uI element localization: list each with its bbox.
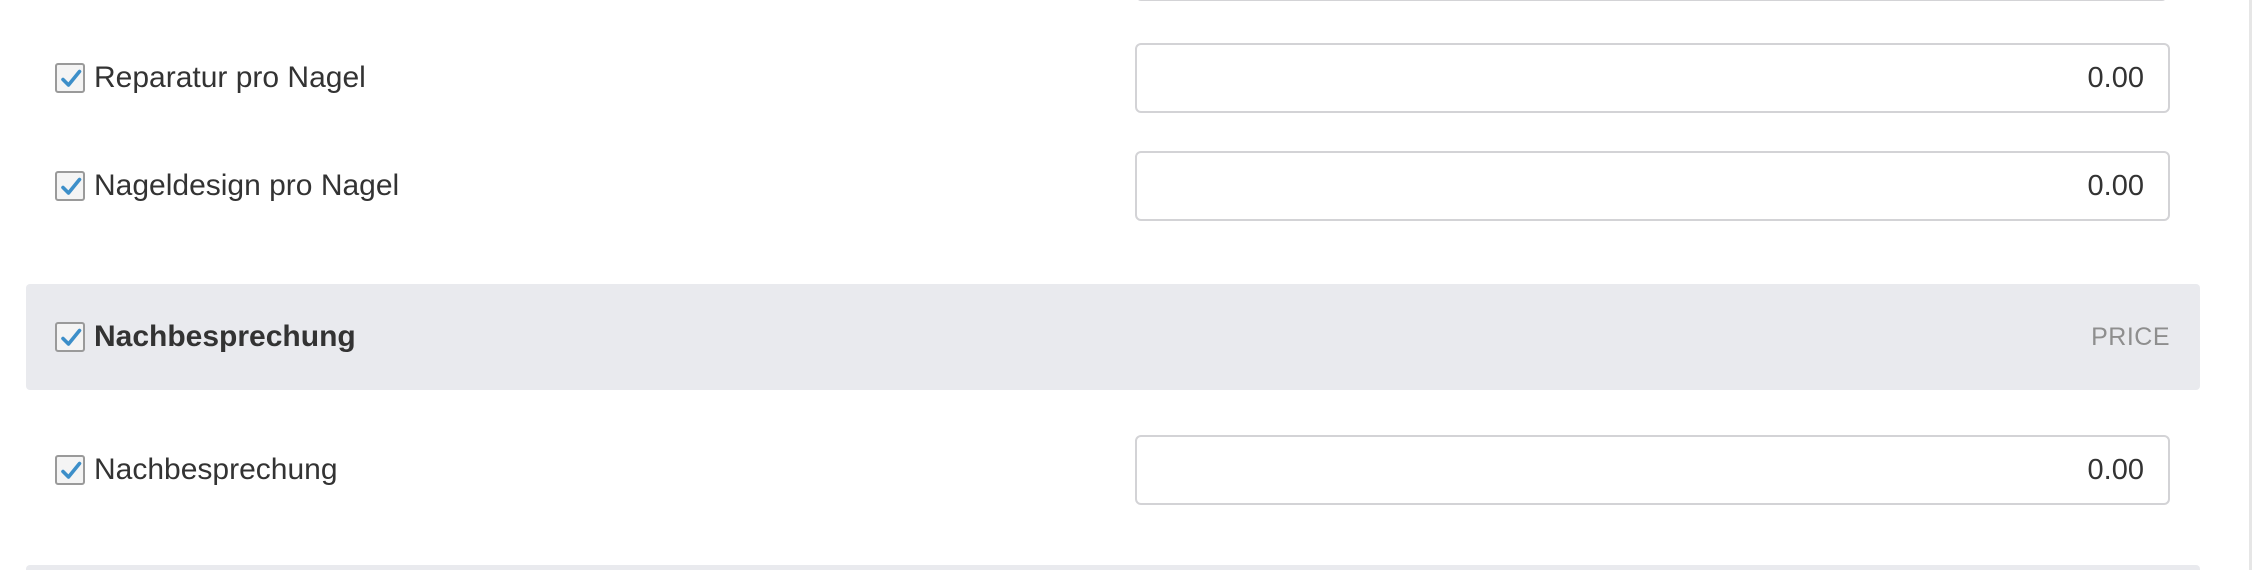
service-row: Nageldesign pro Nagel	[0, 151, 2200, 221]
service-label: Nageldesign pro Nagel	[94, 169, 400, 202]
group-checkbox-label[interactable]: Nachbesprechung	[55, 284, 356, 390]
checkbox[interactable]	[55, 455, 85, 485]
price-input[interactable]	[1135, 151, 2170, 221]
group-title: Nachbesprechung	[94, 320, 356, 353]
checkbox[interactable]	[55, 63, 85, 93]
service-checkbox-label[interactable]: Nachbesprechung	[55, 435, 338, 505]
service-price-list: Reparatur pro Nagel Nageldesign pro Nage…	[0, 0, 2252, 570]
service-checkbox-label[interactable]: Reparatur pro Nagel	[55, 43, 366, 113]
service-row: Nachbesprechung	[0, 435, 2200, 505]
service-label: Reparatur pro Nagel	[94, 61, 366, 94]
checkmark-icon	[61, 177, 82, 195]
price-column-heading: PRICE	[2091, 323, 2170, 351]
checkmark-icon	[61, 461, 82, 479]
checkbox[interactable]	[55, 171, 85, 201]
checkmark-icon	[61, 328, 82, 346]
group-header: Nachbesprechung PRICE	[26, 284, 2200, 390]
checkbox[interactable]	[55, 322, 85, 352]
checkmark-icon	[61, 69, 82, 87]
service-label: Nachbesprechung	[94, 453, 338, 486]
service-checkbox-label[interactable]: Nageldesign pro Nagel	[55, 151, 399, 221]
price-input-previous[interactable]	[1136, 0, 2167, 1]
price-input[interactable]	[1135, 435, 2170, 505]
price-input[interactable]	[1135, 43, 2170, 113]
group-header-next	[26, 565, 2200, 570]
service-row: Reparatur pro Nagel	[0, 43, 2200, 113]
